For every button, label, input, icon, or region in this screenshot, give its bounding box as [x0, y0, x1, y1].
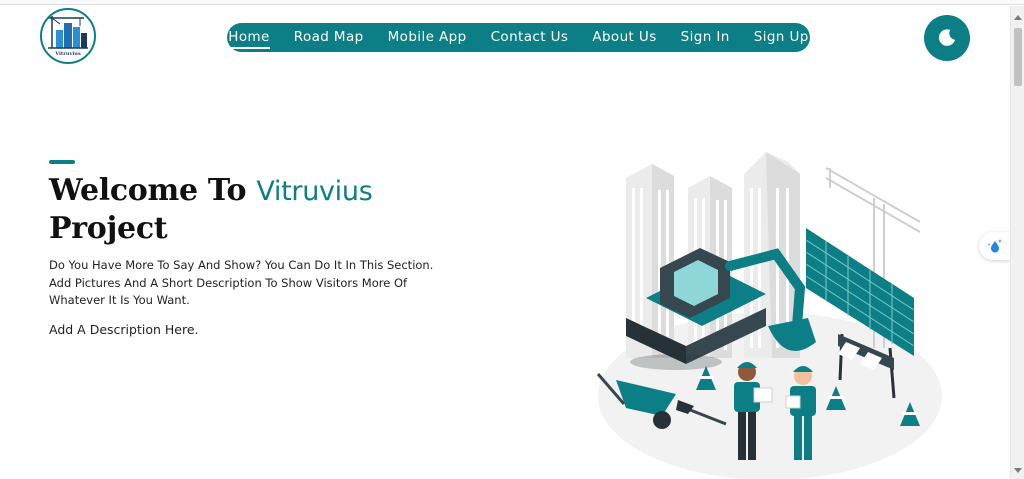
- scroll-thumb[interactable]: [1014, 28, 1022, 86]
- nav-link-label: Contact Us: [490, 29, 569, 45]
- hero-note: Add A Description Here.: [49, 322, 199, 337]
- nav-link-label: Road Map: [293, 29, 364, 45]
- hero-title-prefix: Welcome To: [49, 173, 247, 208]
- nav-link-about-us[interactable]: About Us: [580, 23, 668, 52]
- nav-link-label: About Us: [592, 29, 657, 45]
- hero-accent-bar: [49, 160, 75, 164]
- nav-link-sign-in[interactable]: Sign In: [669, 23, 742, 52]
- nav-link-sign-up[interactable]: Sign Up: [742, 23, 821, 52]
- moon-icon: [938, 29, 956, 46]
- nav-link-contact-us[interactable]: Contact Us: [479, 23, 581, 52]
- hero-description: Do You Have More To Say And Show? You Ca…: [49, 258, 434, 307]
- nav-link-mobile-app[interactable]: Mobile App: [376, 23, 479, 52]
- nav-link-label: Home: [228, 29, 270, 49]
- logo-wordmark: Vitruvius: [55, 51, 81, 57]
- page-scrollbar[interactable]: [1010, 6, 1024, 479]
- site-logo[interactable]: Vitruvius: [40, 8, 96, 64]
- nav-link-home[interactable]: Home: [216, 23, 281, 52]
- scroll-down-arrow-icon[interactable]: [1014, 468, 1022, 473]
- nav-link-label: Sign Up: [753, 29, 809, 45]
- dark-mode-toggle-button[interactable]: [924, 15, 970, 61]
- browser-top-edge: [0, 0, 1024, 5]
- nav-link-road-map[interactable]: Road Map: [282, 23, 376, 52]
- main-nav: Home Road Map Mobile App Contact Us Abou…: [227, 23, 810, 52]
- hero-title-suffix: Project: [49, 211, 168, 246]
- nav-link-label: Sign In: [680, 29, 730, 45]
- accessibility-widget-button[interactable]: [979, 232, 1011, 260]
- hero-title: Welcome To Vitruvius Project: [49, 172, 469, 247]
- water-drop-sparkle-icon: [987, 239, 1002, 253]
- hero-title-brand: Vitruvius: [256, 176, 373, 207]
- nav-link-label: Mobile App: [387, 29, 467, 45]
- construction-illustration: [596, 152, 942, 479]
- scroll-up-arrow-icon[interactable]: [1014, 15, 1022, 20]
